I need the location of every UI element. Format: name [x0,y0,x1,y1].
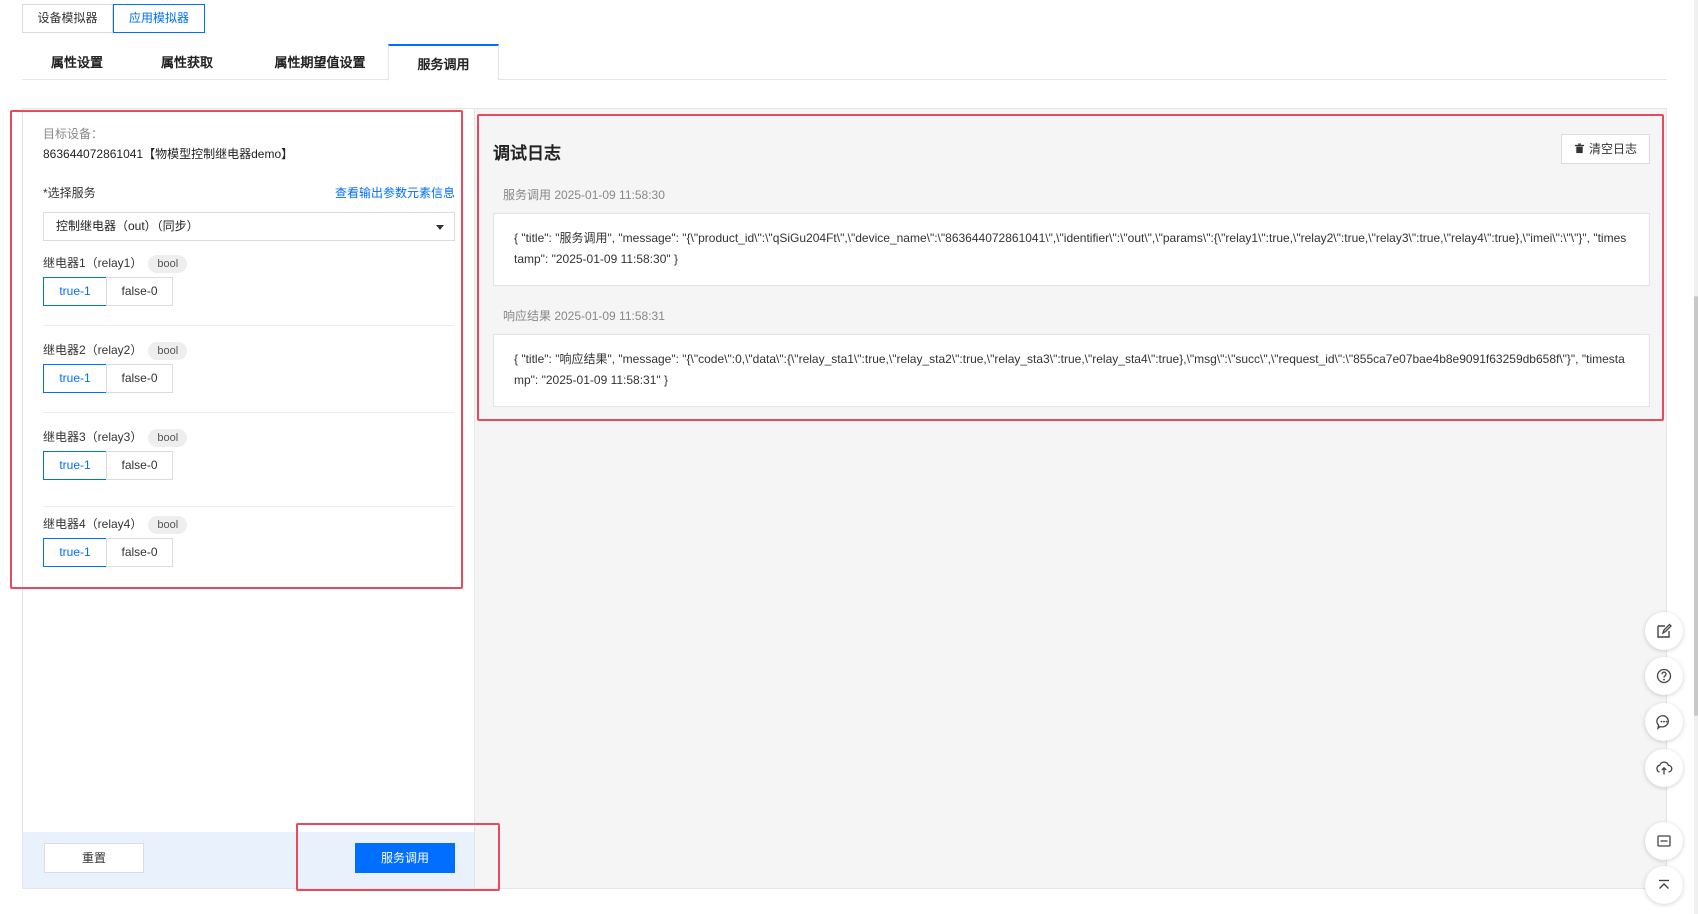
cloud-upload-button[interactable] [1645,749,1683,787]
divider [43,506,455,507]
type-badge: bool [148,342,188,360]
service-form-panel: 目标设备： 863644072861041【物模型控制继电器demo】 *选择服… [22,108,475,889]
relay2-field-label: 继电器2（relay2） bool [43,341,188,360]
relay2-true-option[interactable]: true-1 [43,364,107,393]
relay3-false-option[interactable]: false-0 [106,451,173,480]
relay1-title: 继电器1（relay1） [43,256,143,270]
log-entry-body: { "title": "响应结果", "message": "{\"code\"… [493,334,1650,407]
window-button[interactable] [1645,822,1683,860]
relay1-field-label: 继电器1（relay1） bool [43,254,188,273]
type-badge: bool [148,255,188,273]
relay4-true-option[interactable]: true-1 [43,538,107,567]
log-entry-body: { "title": "服务调用", "message": "{\"produc… [493,213,1650,286]
debug-log-title: 调试日志 [493,144,561,163]
relay4-false-option[interactable]: false-0 [106,538,173,567]
caret-down-icon [436,225,444,230]
target-device-value: 863644072861041【物模型控制继电器demo】 [43,147,294,161]
relay1-toggle: true-1 false-0 [43,277,173,306]
cloud-upload-icon [1656,761,1673,775]
invoke-service-button[interactable]: 服务调用 [355,843,455,873]
help-icon [1656,668,1672,684]
form-footer: 重置 服务调用 [23,832,474,888]
window-icon [1657,835,1671,847]
divider [43,325,455,326]
tab-property-get[interactable]: 属性获取 [142,44,232,80]
type-badge: bool [148,516,188,534]
clear-log-label: 清空日志 [1588,142,1637,156]
reset-button[interactable]: 重置 [44,843,144,873]
relay4-toggle: true-1 false-0 [43,538,173,567]
back-to-top-button[interactable] [1645,866,1683,904]
tab-property-expect[interactable]: 属性期望值设置 [260,44,380,80]
help-button[interactable] [1645,657,1683,695]
type-badge: bool [148,429,188,447]
service-select[interactable]: 控制继电器（out）（同步） [43,212,455,241]
relay1-false-option[interactable]: false-0 [106,277,173,306]
relay2-toggle: true-1 false-0 [43,364,173,393]
relay3-toggle: true-1 false-0 [43,451,173,480]
target-device-label: 目标设备： [43,127,104,141]
back-to-top-icon [1659,879,1669,889]
trash-icon [1574,143,1585,154]
tab-property-set[interactable]: 属性设置 [32,44,122,80]
clear-log-button[interactable]: 清空日志 [1561,134,1650,164]
relay3-field-label: 继电器3（relay3） bool [43,428,188,447]
log-entry-meta: 服务调用 2025-01-09 11:58:30 [503,188,665,202]
tab-device-simulator[interactable]: 设备模拟器 [22,4,113,33]
debug-log-panel: 调试日志 清空日志 服务调用 2025-01-09 11:58:30 { "ti… [475,108,1667,889]
relay2-title: 继电器2（relay2） [43,343,143,357]
edit-button[interactable] [1645,612,1683,650]
relay2-false-option[interactable]: false-0 [106,364,173,393]
tab-app-simulator[interactable]: 应用模拟器 [113,4,205,33]
log-entry-meta: 响应结果 2025-01-09 11:58:31 [503,309,665,323]
relay1-true-option[interactable]: true-1 [43,277,107,306]
service-select-label: *选择服务 [43,186,96,200]
relay3-true-option[interactable]: true-1 [43,451,107,480]
page-scrollbar[interactable] [1694,296,1698,716]
chat-icon [1656,715,1669,730]
relay3-title: 继电器3（relay3） [43,430,143,444]
relay4-field-label: 继电器4（relay4） bool [43,515,188,534]
chat-button[interactable] [1645,703,1683,741]
edit-icon [1657,623,1672,638]
tab-service-invoke[interactable]: 服务调用 [388,44,499,81]
relay4-title: 继电器4（relay4） [43,517,143,531]
divider [43,412,455,413]
function-tabs: 属性设置 属性获取 属性期望值设置 服务调用 [22,44,1667,81]
service-select-value: 控制继电器（out）（同步） [56,219,199,233]
view-output-params-link[interactable]: 查看输出参数元素信息 [335,184,455,201]
